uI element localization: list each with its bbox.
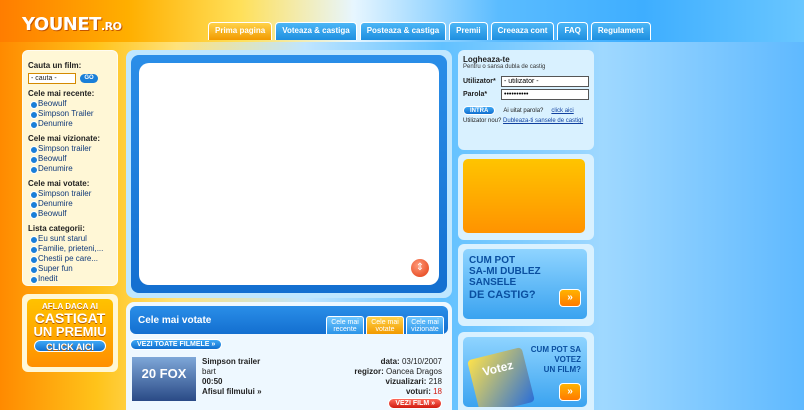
prize-promo-banner[interactable]: AFLA DACA AI CASTIGAT UN PREMIU CLICK AI… [22, 294, 118, 372]
movie-views: 218 [428, 377, 442, 386]
voted-title: Cele mai votate: [28, 179, 90, 188]
tab-most-viewed[interactable]: Cele mai vizionate [406, 316, 444, 334]
ad-vote-line3: UN FILM? [543, 365, 581, 374]
login-panel: Logheaza-te Pentru o sansa dubla de cast… [458, 50, 594, 150]
views-label: vizualizari: [385, 377, 427, 386]
most-voted-section: Cele mai votate Cele mai recente Cele ma… [126, 302, 452, 410]
most-voted-title: Cele mai votate [138, 315, 212, 326]
director-label: regizor: [354, 367, 384, 376]
votes-label: voturi: [405, 387, 431, 396]
categories-title: Lista categorii: [28, 224, 85, 233]
ad-vote-line1: CUM POT SA [530, 345, 581, 354]
orange-ad-banner[interactable] [463, 159, 585, 233]
all-movies-button[interactable]: VEZI TOATE FILMELE » [130, 339, 223, 350]
video-player-frame: ⇕ [126, 50, 452, 298]
search-title: Cauta un film: [28, 61, 82, 70]
movie-date: 03/10/2007 [401, 357, 442, 366]
ad-double-line1: CUM POT [469, 255, 516, 266]
poster-link[interactable]: Afisul filmului » [202, 387, 262, 397]
login-submit-button[interactable]: INTRA [463, 106, 496, 115]
forward-arrow-icon[interactable]: » [559, 289, 581, 307]
search-go-button[interactable]: GO [80, 74, 98, 83]
tab-line: Cele mai [371, 319, 399, 326]
viewed-item[interactable]: Beowulf [30, 154, 112, 164]
video-screen[interactable] [139, 63, 439, 285]
movie-author: bart [202, 367, 216, 376]
viewed-item[interactable]: Denumire [30, 164, 112, 174]
video-player: ⇕ [131, 55, 447, 293]
tab-voteaza[interactable]: Voteaza & castiga [275, 22, 357, 40]
double-chances-ad[interactable]: CUM POT SA-MI DUBLEZ SANSELE DE CASTIG? … [458, 244, 594, 326]
forgot-password-link[interactable]: click aici [551, 108, 573, 114]
tab-most-recent[interactable]: Cele mai recente [326, 316, 364, 334]
tab-line: Cele mai [411, 319, 439, 326]
voted-list: Simpson trailer Denumire Beowulf [28, 189, 112, 219]
viewed-list: Simpson trailer Beowulf Denumire [28, 144, 112, 174]
vote-card-icon: Votez [467, 347, 535, 407]
movie-row: 20 FOX Simpson trailer bart 00:50 Afisul… [130, 355, 448, 410]
category-item[interactable]: Familie, prieteni,... [30, 244, 112, 254]
voted-item[interactable]: Denumire [30, 199, 112, 209]
tab-line: vizionate [411, 326, 439, 333]
main-nav: Prima pagina Voteaza & castiga Posteaza … [208, 22, 651, 40]
category-item[interactable]: Eu sunt starul [30, 234, 112, 244]
site-logo[interactable]: YOUNET.RO [22, 14, 122, 35]
tab-posteaza[interactable]: Posteaza & castiga [359, 22, 447, 40]
voted-item[interactable]: Beowulf [30, 209, 112, 219]
orange-ad-panel [458, 154, 594, 240]
tab-line: votate [375, 326, 395, 333]
tab-line: recente [333, 326, 357, 333]
categories-list: Eu sunt starul Familie, prieteni,... Che… [28, 234, 112, 284]
movie-director: Oancea Dragos [385, 367, 442, 376]
forgot-text: Ai uitat parola? [503, 107, 544, 114]
viewed-item[interactable]: Simpson trailer [30, 144, 112, 154]
recent-list: Beowulf Simpson Trailer Denumire [28, 99, 112, 129]
promo-click-button[interactable]: CLICK AICI [34, 340, 106, 352]
most-voted-header: Cele mai votate Cele mai recente Cele ma… [130, 306, 448, 334]
promo-line3: UN PREMIU [33, 324, 107, 339]
recent-item[interactable]: Beowulf [30, 99, 112, 109]
username-label: Utilizator* [463, 78, 496, 85]
ad-double-line4: DE CASTIG? [469, 289, 536, 301]
movie-search-input[interactable]: - cauta - [28, 73, 76, 84]
login-subtitle: Pentru o sansa dubla de castig [463, 64, 546, 70]
movie-duration: 00:50 [202, 377, 223, 386]
password-label: Parola* [463, 91, 488, 98]
tab-prima-pagina[interactable]: Prima pagina [208, 22, 273, 40]
category-item[interactable]: Super fun [30, 264, 112, 274]
logo-name: YOUNET [22, 14, 101, 35]
movie-thumbnail[interactable]: 20 FOX [132, 357, 196, 401]
category-item[interactable]: Chestii pe care... [30, 254, 112, 264]
login-title: Logheaza-te [463, 55, 510, 64]
tab-most-voted[interactable]: Cele mai votate [366, 316, 404, 334]
left-sidebar: Cauta un film: - cauta - GO Cele mai rec… [22, 50, 118, 286]
tab-line: Cele mai [331, 319, 359, 326]
ad-double-line2: SA-MI DUBLEZ [469, 266, 541, 277]
watch-movie-button[interactable]: VEZI FILM » [388, 398, 442, 409]
forward-arrow-icon[interactable]: » [559, 383, 581, 401]
password-input[interactable] [501, 89, 589, 100]
register-link[interactable]: Dubleaza-ti sansele de castig! [503, 118, 583, 124]
tab-regulament[interactable]: Regulament [590, 22, 651, 40]
play-control-icon[interactable]: ⇕ [409, 257, 431, 279]
tab-creeaza-cont[interactable]: Creeaza cont [490, 22, 555, 40]
movie-votes: 18 [433, 387, 442, 396]
promo-line2: CASTIGAT [34, 310, 106, 326]
date-label: data: [380, 357, 400, 366]
logo-tld: .RO [100, 20, 122, 33]
viewed-title: Cele mai vizionate: [28, 134, 101, 143]
recent-item[interactable]: Simpson Trailer [30, 109, 112, 119]
ad-double-line3: SANSELE [469, 277, 517, 288]
recent-title: Cele mai recente: [28, 89, 95, 98]
movie-title[interactable]: Simpson trailer [202, 357, 262, 367]
voted-item[interactable]: Simpson trailer [30, 189, 112, 199]
tab-premii[interactable]: Premii [449, 22, 488, 40]
recent-item[interactable]: Denumire [30, 119, 112, 129]
new-user-text: Utilizator nou? [463, 118, 502, 124]
ad-vote-line2: VOTEZ [554, 355, 581, 364]
tab-faq[interactable]: FAQ [557, 22, 588, 40]
how-to-vote-ad[interactable]: Votez CUM POT SA VOTEZ UN FILM? » [458, 332, 594, 410]
category-item[interactable]: Inedit [30, 274, 112, 284]
username-input[interactable] [501, 76, 589, 87]
